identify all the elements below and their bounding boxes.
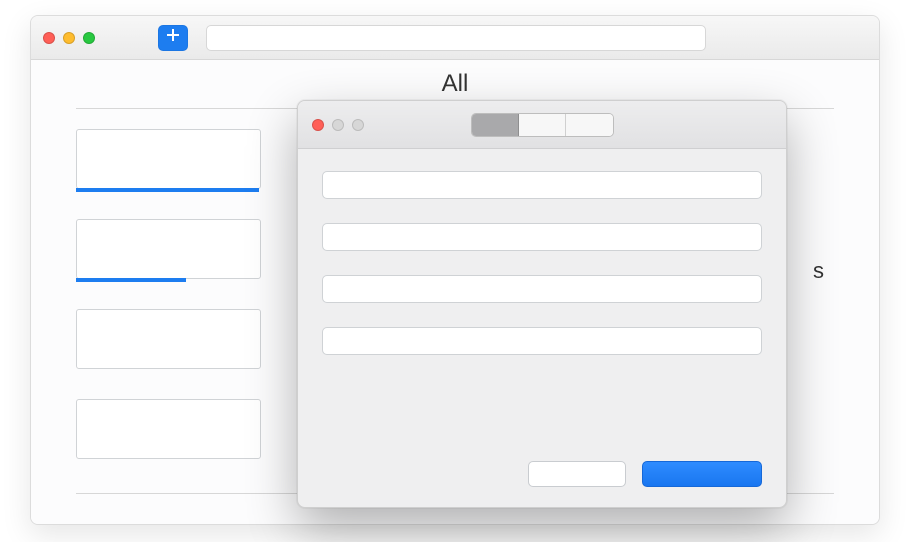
modal-window	[297, 100, 787, 508]
modal-titlebar	[298, 101, 786, 149]
traffic-lights	[43, 32, 95, 44]
segment-tab[interactable]	[519, 114, 566, 136]
page-title: All	[31, 70, 879, 98]
segment-tab[interactable]	[566, 114, 613, 136]
zoom-icon[interactable]	[83, 32, 95, 44]
text-field[interactable]	[322, 275, 762, 303]
modal-footer	[528, 461, 762, 487]
segmented-control[interactable]	[471, 113, 614, 137]
text-field[interactable]	[322, 223, 762, 251]
zoom-icon	[352, 119, 364, 131]
modal-body	[298, 149, 786, 371]
close-icon[interactable]	[312, 119, 324, 131]
progress-bar	[76, 188, 259, 192]
list-item[interactable]	[76, 399, 261, 459]
section-index-letter: s	[813, 258, 824, 284]
cancel-button[interactable]	[528, 461, 626, 487]
segment-tab[interactable]	[472, 114, 519, 136]
plus-icon	[166, 28, 180, 47]
minimize-icon	[332, 119, 344, 131]
traffic-lights	[312, 119, 364, 131]
main-window-titlebar	[31, 16, 879, 60]
list-item[interactable]	[76, 129, 261, 189]
confirm-button[interactable]	[642, 461, 762, 487]
close-icon[interactable]	[43, 32, 55, 44]
progress-bar	[76, 278, 186, 282]
address-input[interactable]	[206, 25, 706, 51]
minimize-icon[interactable]	[63, 32, 75, 44]
add-button[interactable]	[158, 25, 188, 51]
list-item[interactable]	[76, 219, 261, 279]
text-field[interactable]	[322, 171, 762, 199]
text-field[interactable]	[322, 327, 762, 355]
list-item[interactable]	[76, 309, 261, 369]
